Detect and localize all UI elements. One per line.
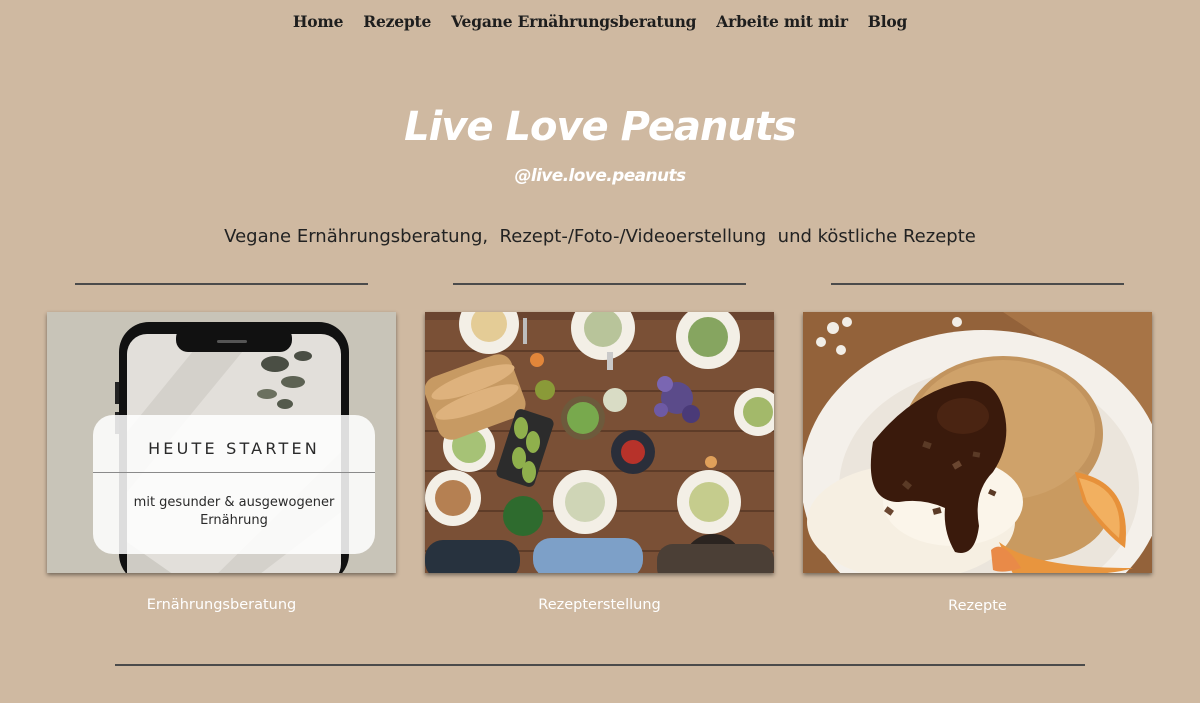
divider-left	[75, 283, 368, 285]
caption-ernaehrungsberatung[interactable]: Ernährungsberatung	[47, 597, 396, 613]
divider-right	[831, 283, 1124, 285]
overlay-subtitle: mit gesunder & ausgewogener Ernährung	[133, 495, 335, 528]
nav-item-blog[interactable]: Blog	[868, 12, 908, 31]
overlay-title: HEUTE STARTEN	[148, 439, 320, 458]
card-ernaehrungsberatung-image[interactable]: HEUTE STARTEN mit gesunder & ausgewogene…	[47, 312, 396, 573]
card-rezepterstellung-image[interactable]	[425, 312, 774, 573]
heute-starten-overlay: HEUTE STARTEN mit gesunder & ausgewogene…	[93, 415, 375, 554]
nav-item-vegane-ernaehrungsberatung[interactable]: Vegane Ernährungsberatung	[451, 12, 696, 31]
card-rezepte-image[interactable]	[803, 312, 1152, 573]
instagram-handle-link[interactable]: @live.love.peanuts	[0, 166, 1200, 186]
main-nav: Home Rezepte Vegane Ernährungsberatung A…	[0, 8, 1200, 34]
site-tagline: Vegane Ernährungsberatung, Rezept-/Foto-…	[224, 226, 976, 247]
table-food-image	[425, 312, 774, 573]
nav-item-rezepte[interactable]: Rezepte	[363, 12, 431, 31]
caption-rezepte[interactable]: Rezepte	[803, 598, 1152, 614]
caption-rezepterstellung[interactable]: Rezepterstellung	[425, 597, 774, 613]
overlay-divider	[93, 472, 375, 473]
nav-item-arbeite-mit-mir[interactable]: Arbeite mit mir	[716, 12, 848, 31]
nav-item-home[interactable]: Home	[293, 12, 344, 31]
divider-center	[453, 283, 746, 285]
pancakes-image	[803, 312, 1152, 573]
site-title: Live Love Peanuts	[404, 104, 797, 150]
divider-bottom	[115, 664, 1085, 666]
